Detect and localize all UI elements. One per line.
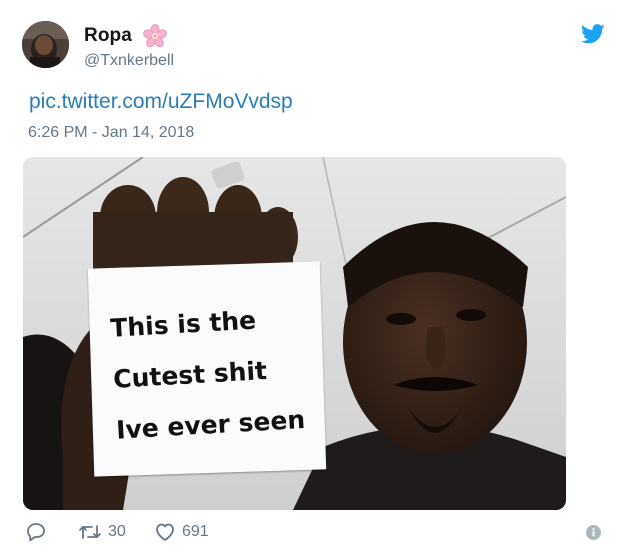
- timestamp[interactable]: 6:26 PM - Jan 14, 2018: [28, 124, 194, 142]
- retweet-icon: [79, 525, 101, 539]
- avatar[interactable]: [22, 21, 69, 68]
- media-link[interactable]: pic.twitter.com/uZFMoVvdsp: [29, 90, 293, 114]
- tweet-card: Ropa @Txnkerbell pic.twitter.com/uZFMoVv…: [0, 0, 625, 558]
- like-button[interactable]: 691: [154, 521, 209, 543]
- like-count: 691: [182, 523, 209, 540]
- twitter-bird-icon[interactable]: [581, 24, 605, 44]
- cherry-blossom-icon: [143, 24, 167, 48]
- heart-icon: [156, 523, 174, 541]
- info-icon[interactable]: [586, 525, 601, 540]
- reply-icon: [27, 523, 45, 542]
- retweet-button[interactable]: 30: [78, 521, 126, 543]
- reply-button[interactable]: [25, 521, 47, 543]
- user-handle[interactable]: @Txnkerbell: [84, 52, 174, 70]
- meme-sign: This is the Cutest shit Ive ever seen: [87, 261, 327, 477]
- display-name[interactable]: Ropa: [84, 25, 132, 47]
- tweet-image[interactable]: This is the Cutest shit Ive ever seen: [23, 157, 566, 510]
- retweet-count: 30: [108, 523, 126, 540]
